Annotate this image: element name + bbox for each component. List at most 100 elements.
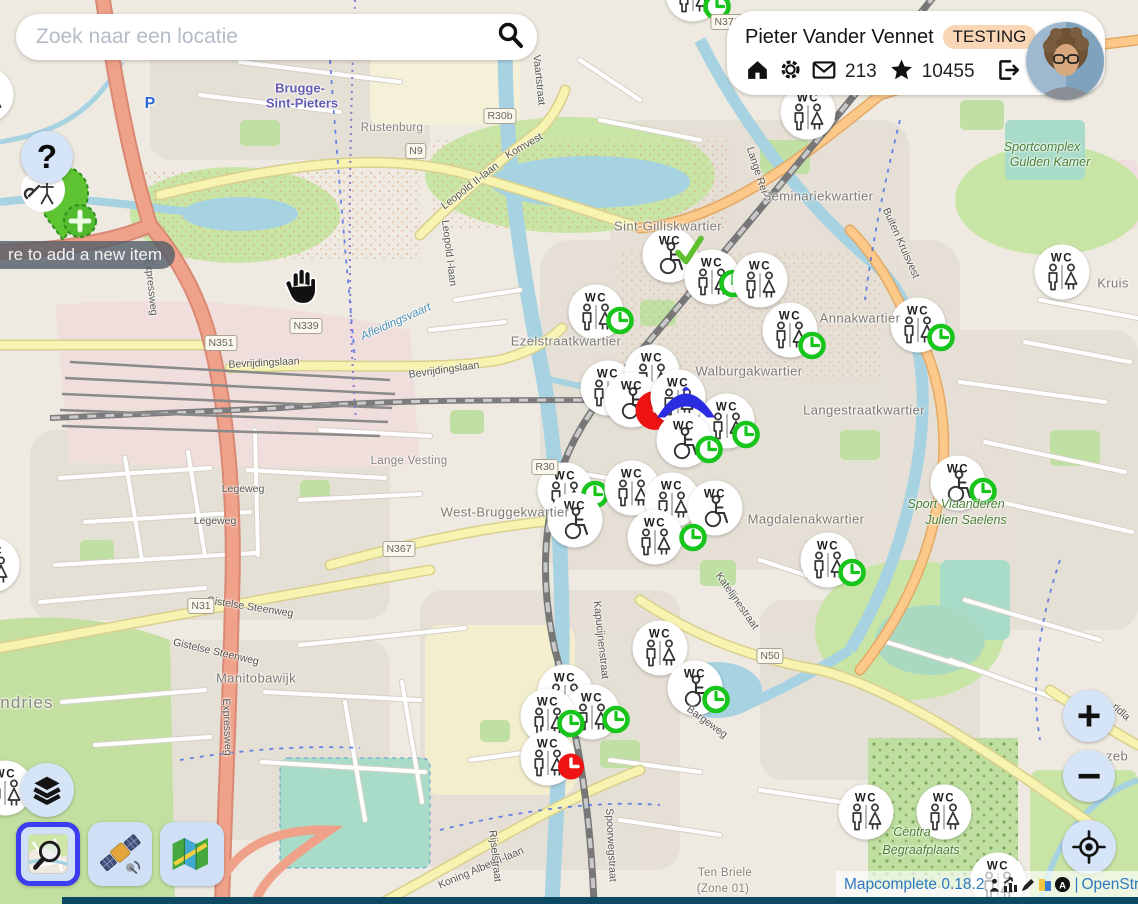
- statistics-chart-icon[interactable]: [1003, 877, 1019, 893]
- geolocate-button[interactable]: [1062, 820, 1116, 874]
- svg-text:WC: WC: [661, 481, 683, 493]
- map-label: (Zone 01): [697, 883, 750, 895]
- opening-hours-badge-clock-green: [605, 306, 635, 341]
- road-ref-badge: N31: [187, 598, 214, 614]
- basemap-map-button[interactable]: [160, 822, 224, 886]
- svg-text:WC: WC: [817, 541, 839, 553]
- svg-text:WC: WC: [907, 306, 929, 318]
- edit-pencil-icon[interactable]: [1020, 877, 1036, 893]
- road-ref-badge: N339: [289, 318, 322, 334]
- language-circle-icon[interactable]: A: [1054, 876, 1071, 893]
- map-label: Magdalenakwartier: [748, 512, 865, 527]
- add-plus-icon[interactable]: [62, 203, 98, 244]
- toilet-marker[interactable]: WC: [1033, 243, 1091, 301]
- settings-gear-icon[interactable]: [778, 57, 803, 87]
- svg-text:WC: WC: [641, 353, 663, 365]
- toilet-marker[interactable]: WC: [915, 783, 973, 841]
- user-avatar[interactable]: [1026, 22, 1104, 100]
- svg-text:WC: WC: [537, 739, 559, 751]
- road-ref-badge: N50: [756, 648, 783, 664]
- map-label: ndries: [0, 693, 54, 713]
- toilet-marker-wheelchair[interactable]: WC: [546, 491, 604, 549]
- svg-text:WC: WC: [684, 669, 706, 681]
- add-item-tooltip: re to add a new item: [0, 241, 175, 269]
- svg-text:WC: WC: [779, 311, 801, 323]
- map-label: Expressweg: [220, 698, 234, 756]
- toilet-marker[interactable]: WC: [0, 66, 15, 124]
- attribution-divider: |: [1074, 876, 1078, 894]
- messages-envelope-icon[interactable]: [811, 57, 837, 88]
- svg-text:WC: WC: [581, 693, 603, 705]
- search-icon[interactable]: [495, 20, 525, 55]
- user-name[interactable]: Pieter Vander Vennet: [745, 26, 934, 49]
- basemap-switcher: [16, 822, 224, 886]
- user-stats-icon[interactable]: [987, 877, 1002, 893]
- map-label: P: [145, 95, 156, 113]
- svg-text:WC: WC: [704, 489, 726, 501]
- svg-text:WC: WC: [716, 402, 738, 414]
- search-input[interactable]: [34, 24, 495, 50]
- mapcomplete-app: WC WC WC WC WC: [0, 0, 1138, 904]
- opening-hours-badge-clock-green: [601, 705, 631, 740]
- map-label: Bevrijdingslaan: [228, 355, 300, 371]
- map-label: Gistelse Steenweg: [206, 594, 294, 620]
- opening-hours-badge-clock-green: [694, 435, 724, 470]
- map-label: Manitobawijk: [216, 671, 296, 686]
- logout-icon[interactable]: [995, 57, 1021, 88]
- map-label: Legeweg: [194, 515, 237, 527]
- opening-hours-badge-clock-green: [968, 477, 998, 512]
- svg-text:WC: WC: [749, 261, 771, 273]
- svg-text:WC: WC: [621, 469, 643, 481]
- app-version[interactable]: Mapcomplete 0.18.2: [844, 876, 984, 894]
- star-icon[interactable]: [889, 57, 914, 87]
- svg-text:WC: WC: [0, 769, 16, 781]
- basemap-satellite-button[interactable]: [88, 822, 152, 886]
- svg-text:WC: WC: [649, 629, 671, 641]
- road-ref-badge: N351: [204, 335, 237, 351]
- map-label: Gistelse Steenweg: [172, 636, 260, 667]
- theme-flag-icon[interactable]: [1037, 877, 1053, 893]
- opening-hours-badge-clock-green: [678, 523, 708, 558]
- zoom-out-button[interactable]: −: [1063, 750, 1115, 802]
- svg-text:A: A: [1060, 880, 1067, 891]
- toilet-marker[interactable]: WC: [0, 536, 21, 594]
- map-features-layer: WC WC WC WC WC: [0, 0, 1138, 904]
- road-ref-badge: R30: [531, 459, 558, 475]
- osm-link[interactable]: OpenStreetMap: [1081, 876, 1138, 894]
- map-label: Vaartstraat: [530, 54, 547, 106]
- svg-text:WC: WC: [644, 518, 666, 530]
- svg-text:WC: WC: [673, 421, 695, 433]
- map-label: Kruis: [1097, 276, 1129, 291]
- svg-text:WC: WC: [947, 464, 969, 476]
- map-label: Lange Rei: [744, 145, 770, 194]
- testing-badge: TESTING: [943, 25, 1037, 49]
- svg-text:WC: WC: [0, 546, 3, 558]
- map-label: Afleidingsvaart: [359, 301, 433, 343]
- toilet-marker[interactable]: WC: [837, 783, 895, 841]
- road-ref-badge: N9: [405, 143, 426, 159]
- bottom-strip: [62, 897, 1138, 904]
- basemap-osm-carto-button[interactable]: [16, 822, 80, 886]
- attribution-bar: Mapcomplete 0.18.2 A | OpenStreetMap: [836, 871, 1138, 898]
- map-label: Lange Vesting: [371, 455, 448, 467]
- layers-button[interactable]: [20, 763, 74, 817]
- attribution-icons: A: [987, 876, 1071, 893]
- home-icon[interactable]: [745, 57, 770, 87]
- map-label: Spoorwegstraat: [603, 808, 619, 882]
- toilet-marker[interactable]: WC: [626, 508, 684, 566]
- svg-text:WC: WC: [1051, 253, 1073, 265]
- map-label: Buiten Kruisvest: [880, 206, 922, 280]
- map-label: Koning Albert I-laan: [436, 845, 525, 892]
- map-label: Legeweg: [222, 483, 265, 495]
- svg-text:WC: WC: [537, 697, 559, 709]
- opening-hours-badge-clock-green: [731, 420, 761, 455]
- opening-hours-badge-clock-green: [926, 323, 956, 358]
- svg-text:WC: WC: [933, 793, 955, 805]
- map-label: Julien Saelens: [925, 513, 1006, 527]
- map-label: Seminariekwartier: [763, 189, 874, 204]
- help-button[interactable]: ?: [21, 131, 73, 183]
- map-label: Leopold II-laan: [439, 160, 501, 212]
- map-label: Ten Briele: [698, 867, 752, 879]
- map-label: Leopold I-laan: [439, 219, 459, 287]
- zoom-in-button[interactable]: +: [1063, 690, 1115, 742]
